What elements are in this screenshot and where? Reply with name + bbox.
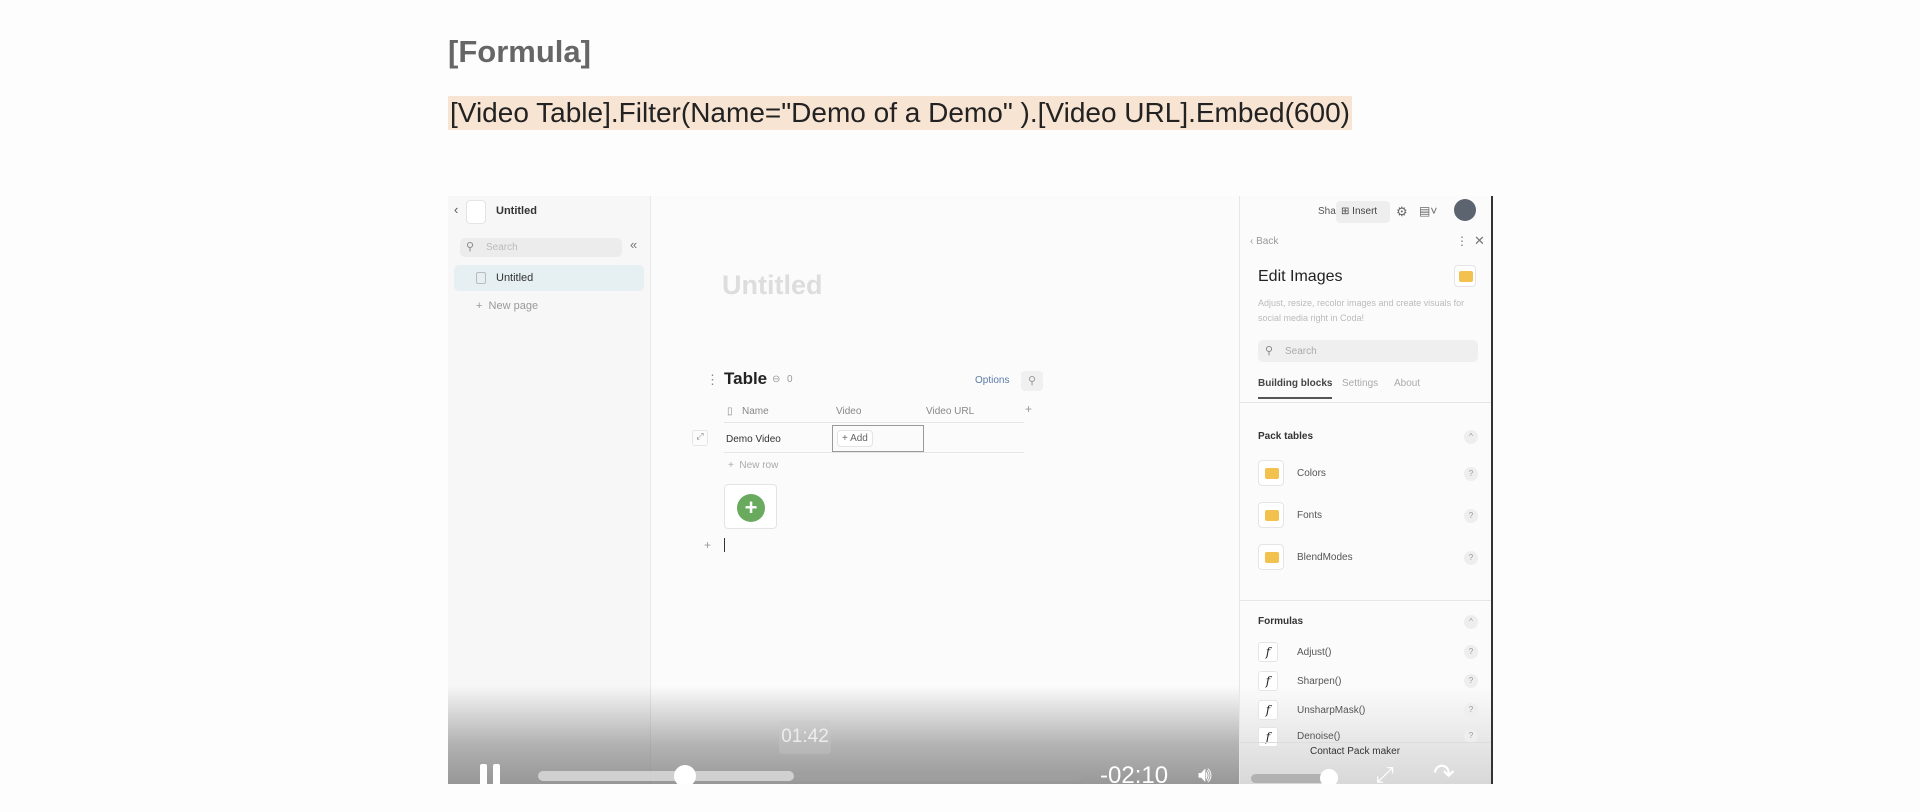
- pause-icon: [480, 764, 487, 784]
- plus-icon: +: [737, 494, 765, 522]
- help-icon[interactable]: ?: [1464, 674, 1478, 688]
- add-column-icon[interactable]: +: [1025, 402, 1032, 416]
- search-icon: ⚲: [1265, 345, 1274, 357]
- collapse-chevron-icon[interactable]: ^: [1464, 430, 1478, 444]
- add-block-card[interactable]: +: [724, 484, 777, 529]
- expand-row-icon[interactable]: ⤢: [692, 430, 708, 446]
- panel-description: Adjust, resize, recolor images and creat…: [1258, 298, 1465, 323]
- new-row-button[interactable]: + New row: [728, 460, 778, 471]
- collapse-sidebar-icon[interactable]: «: [630, 237, 637, 252]
- doc-title: Untitled: [496, 205, 537, 217]
- insert-button[interactable]: ⊞ Insert: [1336, 201, 1390, 223]
- new-page-button[interactable]: + New page: [476, 300, 538, 312]
- formula-heading: [Formula]: [448, 34, 591, 69]
- table-title: Table: [724, 369, 768, 388]
- formula-icon: f: [1258, 700, 1278, 720]
- page-icon: [476, 272, 486, 284]
- formula-denoise[interactable]: Denoise(): [1297, 731, 1340, 742]
- sidebar-search[interactable]: ⚲ Search: [460, 238, 622, 257]
- new-row-label: New row: [739, 460, 779, 471]
- formula-code: [Video Table].Filter(Name="Demo of a Dem…: [448, 96, 1352, 130]
- played-bar: [538, 771, 685, 781]
- insert-label: Insert: [1352, 206, 1378, 217]
- share-arrow-icon[interactable]: ↷: [1433, 760, 1455, 784]
- link-icon: ⊖: [772, 374, 781, 385]
- tab-building-blocks[interactable]: Building blocks: [1258, 378, 1333, 399]
- help-icon[interactable]: ?: [1464, 729, 1478, 743]
- close-icon[interactable]: ✕: [1474, 233, 1485, 249]
- row-name-cell[interactable]: Demo Video: [726, 434, 781, 445]
- formula-icon: f: [1258, 642, 1278, 662]
- search-placeholder: Search: [486, 242, 518, 253]
- remaining-time: -02:10: [1100, 762, 1169, 784]
- video-cell[interactable]: + Add: [832, 425, 924, 452]
- collapse-chevron-icon[interactable]: ^: [1464, 615, 1478, 629]
- fullscreen-icon[interactable]: ⤢: [1376, 764, 1394, 785]
- formula-icon: f: [1258, 727, 1278, 747]
- new-page-label: New page: [488, 300, 539, 312]
- edit-images-pack-icon: [1454, 265, 1476, 287]
- formula-sharpen[interactable]: Sharpen(): [1297, 676, 1341, 687]
- add-video-button[interactable]: + Add: [837, 430, 873, 447]
- tab-about[interactable]: About: [1394, 378, 1420, 389]
- back-button[interactable]: ‹ Back: [1250, 236, 1278, 247]
- volume-thumb[interactable]: [1319, 769, 1338, 784]
- formula-icon: f: [1258, 671, 1278, 691]
- panel-search[interactable]: ⚲ Search: [1258, 340, 1478, 362]
- panel-title: Edit Images: [1258, 268, 1343, 285]
- video-player[interactable]: ‹ Untitled ⚲ Search « Untitled + New pag…: [448, 196, 1493, 784]
- pack-table-fonts[interactable]: Fonts: [1297, 510, 1322, 521]
- pack-table-icon: [1258, 502, 1284, 528]
- sidebar-item-untitled[interactable]: Untitled: [454, 265, 644, 291]
- pack-table-colors[interactable]: Colors: [1297, 468, 1326, 479]
- back-chevron-icon[interactable]: ‹: [454, 202, 458, 217]
- volume-icon[interactable]: 🔊︎: [1198, 762, 1212, 784]
- pack-panel: Share ⊞ Insert ⚙ ▤˅ ‹ Back ⋮ ✕ Edit Imag…: [1239, 196, 1491, 784]
- column-header-video-url[interactable]: Video URL: [926, 406, 974, 417]
- formula-unsharpmask[interactable]: UnsharpMask(): [1297, 705, 1365, 716]
- table-menu-icon[interactable]: ⋮: [706, 372, 719, 388]
- seek-thumb[interactable]: [673, 765, 696, 784]
- help-icon[interactable]: ?: [1464, 551, 1478, 565]
- options-button[interactable]: Options: [975, 375, 1009, 386]
- contact-pack-maker-link[interactable]: Contact Pack maker: [1310, 746, 1400, 758]
- link-count: 0: [787, 374, 793, 385]
- panel-menu-icon[interactable]: ⋮: [1456, 234, 1468, 248]
- pack-tables-header[interactable]: Pack tables: [1258, 431, 1313, 442]
- bookmark-icon: ▯: [727, 406, 733, 417]
- text-cursor: [724, 538, 725, 552]
- pack-table-blendmodes[interactable]: BlendModes: [1297, 552, 1353, 563]
- seek-bar[interactable]: [538, 765, 1082, 784]
- help-icon[interactable]: ?: [1464, 645, 1478, 659]
- pause-button[interactable]: [480, 764, 502, 784]
- formula-adjust[interactable]: Adjust(): [1297, 647, 1331, 658]
- column-header-name[interactable]: Name: [742, 406, 769, 417]
- tab-settings[interactable]: Settings: [1342, 378, 1378, 389]
- search-icon: ⚲: [466, 241, 475, 253]
- gear-icon[interactable]: ⚙: [1396, 204, 1408, 220]
- doc-icon: [466, 200, 486, 224]
- volume-slider[interactable]: [1251, 769, 1338, 784]
- avatar[interactable]: [1454, 199, 1476, 221]
- help-icon[interactable]: ?: [1464, 703, 1478, 717]
- sidebar-item-label: Untitled: [496, 272, 534, 284]
- column-header-video[interactable]: Video: [836, 406, 861, 417]
- help-icon[interactable]: ?: [1464, 467, 1478, 481]
- hover-time-tooltip: 01:42: [779, 720, 831, 754]
- formulas-header[interactable]: Formulas: [1258, 616, 1303, 627]
- pack-table-icon: [1258, 460, 1284, 486]
- back-label: Back: [1256, 236, 1279, 247]
- comments-icon[interactable]: ▤˅: [1419, 204, 1437, 218]
- panel-search-placeholder: Search: [1285, 346, 1317, 357]
- pack-table-icon: [1258, 544, 1284, 570]
- table-search-icon[interactable]: ⚲: [1021, 371, 1043, 391]
- insert-plus-icon[interactable]: +: [704, 538, 711, 552]
- help-icon[interactable]: ?: [1464, 509, 1478, 523]
- page-title[interactable]: Untitled: [722, 270, 823, 301]
